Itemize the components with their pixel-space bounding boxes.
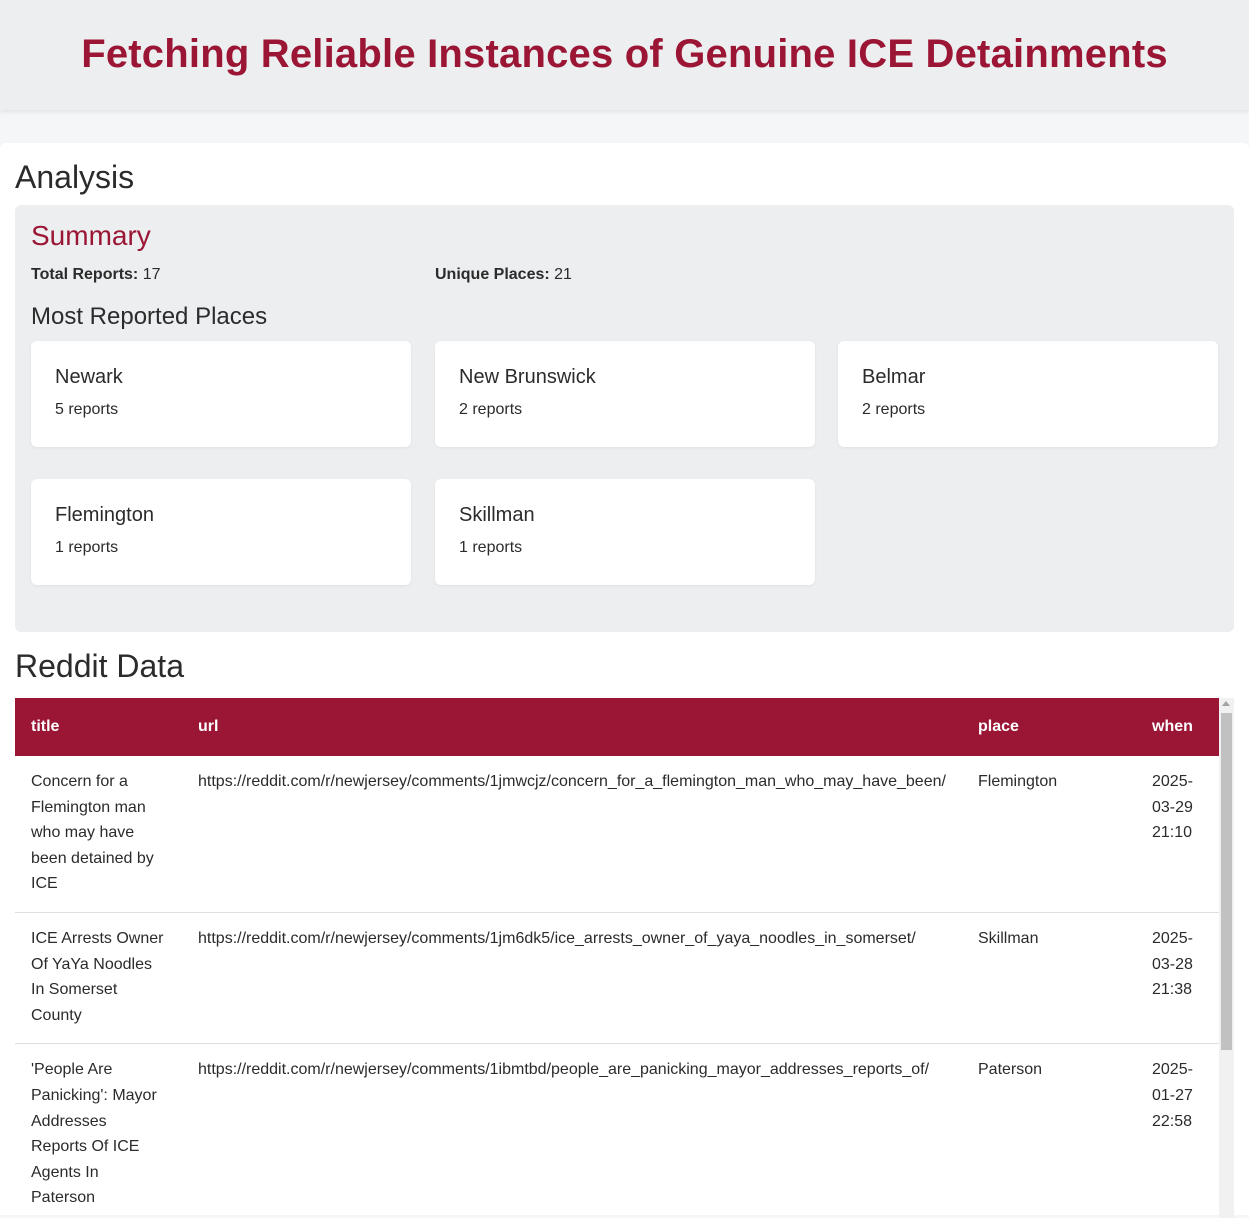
place-name: Flemington (55, 504, 154, 526)
cell-title: Concern for a Flemington man who may hav… (15, 756, 182, 913)
table-row: Concern for a Flemington man who may hav… (15, 756, 1219, 913)
total-reports-value: 17 (142, 266, 161, 283)
total-reports-stat: Total Reports: 17 (31, 266, 161, 284)
cell-url[interactable]: https://reddit.com/r/newjersey/comments/… (182, 756, 962, 913)
place-name: Belmar (862, 366, 926, 388)
place-count: 2 reports (862, 401, 926, 418)
reddit-table-container[interactable]: title url place when Concern for a Flemi… (15, 698, 1234, 1218)
place-name: New Brunswick (459, 366, 596, 388)
cell-place: Flemington (962, 756, 1136, 913)
cell-place: Paterson (962, 1043, 1136, 1218)
reddit-table: title url place when Concern for a Flemi… (15, 698, 1219, 1218)
place-count: 1 reports (55, 539, 119, 556)
page-title: Fetching Reliable Instances of Genuine I… (81, 31, 1168, 76)
place-count: 2 reports (459, 401, 523, 418)
unique-places-value: 21 (554, 266, 572, 283)
cell-url[interactable]: https://reddit.com/r/newjersey/comments/… (182, 1043, 962, 1218)
summary-heading: Summary (31, 220, 151, 251)
cell-when: 2025-03-29 21:10 (1136, 756, 1219, 913)
main-content: Analysis Summary Total Reports: 17 Uniqu… (0, 143, 1249, 1218)
reddit-data-heading: Reddit Data (15, 648, 184, 684)
column-header-url: url (182, 698, 962, 756)
analysis-panel: Summary Total Reports: 17 Unique Places:… (15, 205, 1234, 632)
table-row: ICE Arrests Owner Of YaYa Noodles In Som… (15, 912, 1219, 1045)
cell-when: 2025-01-27 22:58 (1136, 1043, 1219, 1218)
analysis-heading: Analysis (15, 159, 135, 195)
unique-places-stat: Unique Places: 21 (435, 266, 572, 284)
most-reported-heading: Most Reported Places (31, 303, 268, 330)
cell-when: 2025-03-28 21:38 (1136, 912, 1219, 1045)
table-row: 'People Are Panicking': Mayor Addresses … (15, 1043, 1219, 1218)
column-header-place: place (962, 698, 1136, 756)
scroll-up-arrow-icon[interactable] (1222, 701, 1230, 706)
place-name: Skillman (459, 504, 535, 526)
total-reports-label: Total Reports: (31, 266, 139, 283)
cell-title: 'People Are Panicking': Mayor Addresses … (15, 1043, 182, 1218)
place-name: Newark (55, 366, 123, 388)
place-count: 1 reports (459, 539, 523, 556)
place-card: New Brunswick 2 reports (435, 341, 815, 447)
cell-url[interactable]: https://reddit.com/r/newjersey/comments/… (182, 912, 962, 1045)
place-card: Newark 5 reports (31, 341, 411, 447)
column-header-when: when (1136, 698, 1219, 756)
table-header-row: title url place when (15, 698, 1219, 756)
place-card: Flemington 1 reports (31, 479, 411, 585)
unique-places-label: Unique Places: (435, 266, 550, 283)
column-header-title: title (15, 698, 182, 756)
place-count: 5 reports (55, 401, 119, 418)
place-card: Skillman 1 reports (435, 479, 815, 585)
cell-place: Skillman (962, 912, 1136, 1045)
page-header: Fetching Reliable Instances of Genuine I… (0, 0, 1249, 110)
scroll-thumb[interactable] (1221, 713, 1232, 1050)
table-scrollbar[interactable] (1219, 698, 1234, 1218)
place-card: Belmar 2 reports (838, 341, 1218, 447)
cell-title: ICE Arrests Owner Of YaYa Noodles In Som… (15, 912, 182, 1045)
